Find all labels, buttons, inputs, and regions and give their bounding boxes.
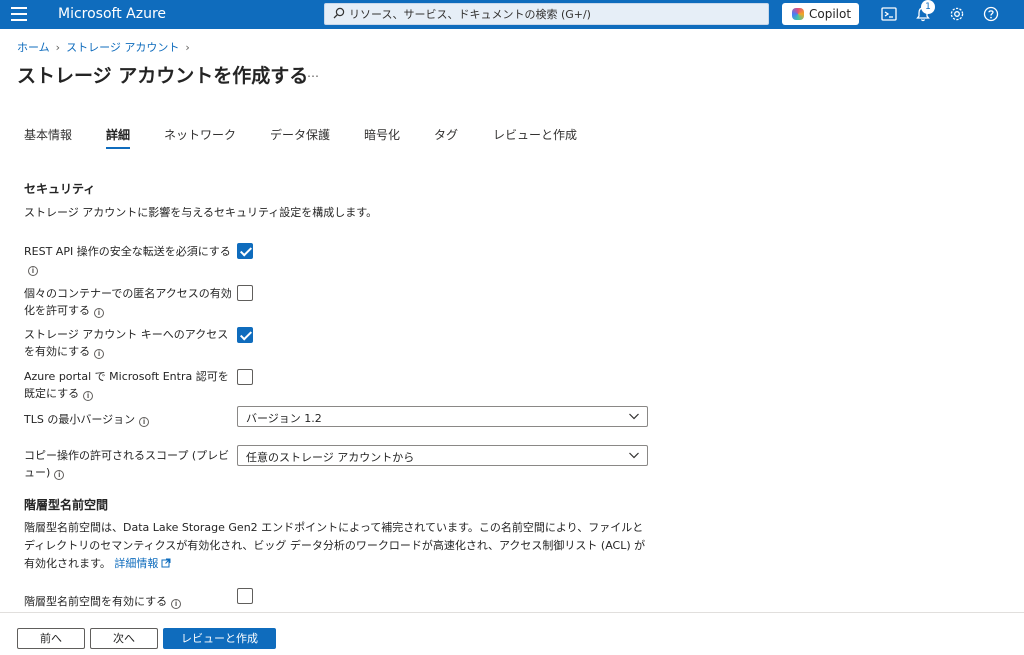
entra-auth-label: Azure portal で Microsoft Entra 認可を既定にする i xyxy=(24,368,234,402)
tab-networking[interactable]: ネットワーク xyxy=(164,126,236,143)
copy-scope-label: コピー操作の許可されるスコープ (プレビュー) i xyxy=(24,447,234,481)
info-icon[interactable]: i xyxy=(28,266,38,276)
footer-divider xyxy=(0,612,1024,613)
anonymous-access-label-text: 個々のコンテナーでの匿名アクセスの有効化を許可する xyxy=(24,287,232,317)
hns-description: 階層型名前空間は、Data Lake Storage Gen2 エンドポイントに… xyxy=(24,519,654,573)
copilot-label: Copilot xyxy=(809,7,852,21)
hns-enable-label-text: 階層型名前空間を有効にする xyxy=(24,595,168,608)
copilot-button[interactable]: Copilot xyxy=(782,3,859,25)
info-icon[interactable]: i xyxy=(94,349,105,359)
previous-button[interactable]: 前へ xyxy=(17,628,85,649)
hamburger-menu-icon[interactable] xyxy=(11,7,27,21)
hns-enable-label: 階層型名前空間を有効にする i xyxy=(24,593,244,610)
chevron-right-icon: › xyxy=(55,41,61,54)
info-icon[interactable]: i xyxy=(139,417,150,427)
global-search[interactable] xyxy=(324,3,769,25)
account-key-checkbox[interactable] xyxy=(237,327,253,343)
notification-badge: 1 xyxy=(921,0,935,14)
security-description: ストレージ アカウントに影響を与えるセキュリティ設定を構成します。 xyxy=(24,206,378,219)
chevron-down-icon xyxy=(629,413,639,420)
search-icon xyxy=(333,7,345,19)
breadcrumb: ホーム › ストレージ アカウント › xyxy=(17,39,196,55)
entra-auth-label-text: Azure portal で Microsoft Entra 認可を既定にする xyxy=(24,370,229,400)
security-section-title: セキュリティ xyxy=(24,182,96,196)
tab-data-protection[interactable]: データ保護 xyxy=(270,126,330,143)
cloud-shell-icon[interactable] xyxy=(880,5,898,23)
brand-title[interactable]: Microsoft Azure xyxy=(58,6,166,22)
help-icon[interactable] xyxy=(982,5,1000,23)
tab-advanced[interactable]: 詳細 xyxy=(106,126,130,143)
info-icon[interactable]: i xyxy=(54,470,65,480)
breadcrumb-home[interactable]: ホーム xyxy=(17,41,50,54)
active-tab-indicator xyxy=(106,147,130,149)
tls-version-value: バージョン 1.2 xyxy=(246,412,322,425)
tls-label-text: TLS の最小バージョン xyxy=(24,413,136,426)
copy-scope-dropdown[interactable]: 任意のストレージ アカウントから xyxy=(237,445,648,466)
external-link-icon xyxy=(161,558,171,568)
tab-tags[interactable]: タグ xyxy=(434,126,458,143)
learn-more-label: 詳細情報 xyxy=(114,557,159,570)
hns-section-title: 階層型名前空間 xyxy=(24,498,109,512)
review-create-button[interactable]: レビューと作成 xyxy=(163,628,276,649)
anonymous-access-checkbox[interactable] xyxy=(237,285,253,301)
entra-auth-checkbox[interactable] xyxy=(237,369,253,385)
account-key-label-text: ストレージ アカウント キーへのアクセスを有効にする xyxy=(24,328,229,358)
learn-more-link[interactable]: 詳細情報 xyxy=(114,557,171,570)
copilot-icon xyxy=(792,8,804,20)
tab-basics[interactable]: 基本情報 xyxy=(24,126,72,143)
tab-encryption[interactable]: 暗号化 xyxy=(364,126,400,143)
page-title: ストレージ アカウントを作成する xyxy=(17,65,309,87)
account-key-label: ストレージ アカウント キーへのアクセスを有効にする i xyxy=(24,326,234,360)
anonymous-access-label: 個々のコンテナーでの匿名アクセスの有効化を許可する i xyxy=(24,285,234,319)
rest-api-label-text: REST API 操作の安全な転送を必須にする xyxy=(24,245,231,258)
breadcrumb-storage-accounts[interactable]: ストレージ アカウント xyxy=(66,41,179,54)
rest-api-label: REST API 操作の安全な転送を必須にする i xyxy=(24,243,234,277)
gear-icon[interactable] xyxy=(948,5,966,23)
chevron-down-icon xyxy=(629,452,639,459)
tab-review-create[interactable]: レビューと作成 xyxy=(493,126,577,143)
more-options-button[interactable]: … xyxy=(307,66,320,80)
next-button[interactable]: 次へ xyxy=(90,628,158,649)
rest-api-checkbox[interactable] xyxy=(237,243,253,259)
tls-version-dropdown[interactable]: バージョン 1.2 xyxy=(237,406,648,427)
tls-label: TLS の最小バージョン i xyxy=(24,411,234,428)
copy-scope-value: 任意のストレージ アカウントから xyxy=(246,451,415,464)
chevron-right-icon: › xyxy=(185,41,190,54)
top-bar: Microsoft Azure Copilot 1 xyxy=(0,0,1024,29)
info-icon[interactable]: i xyxy=(94,308,104,318)
search-input[interactable] xyxy=(349,6,759,22)
info-icon[interactable]: i xyxy=(83,391,94,401)
info-icon[interactable]: i xyxy=(171,599,182,609)
hns-enable-checkbox[interactable] xyxy=(237,588,253,604)
